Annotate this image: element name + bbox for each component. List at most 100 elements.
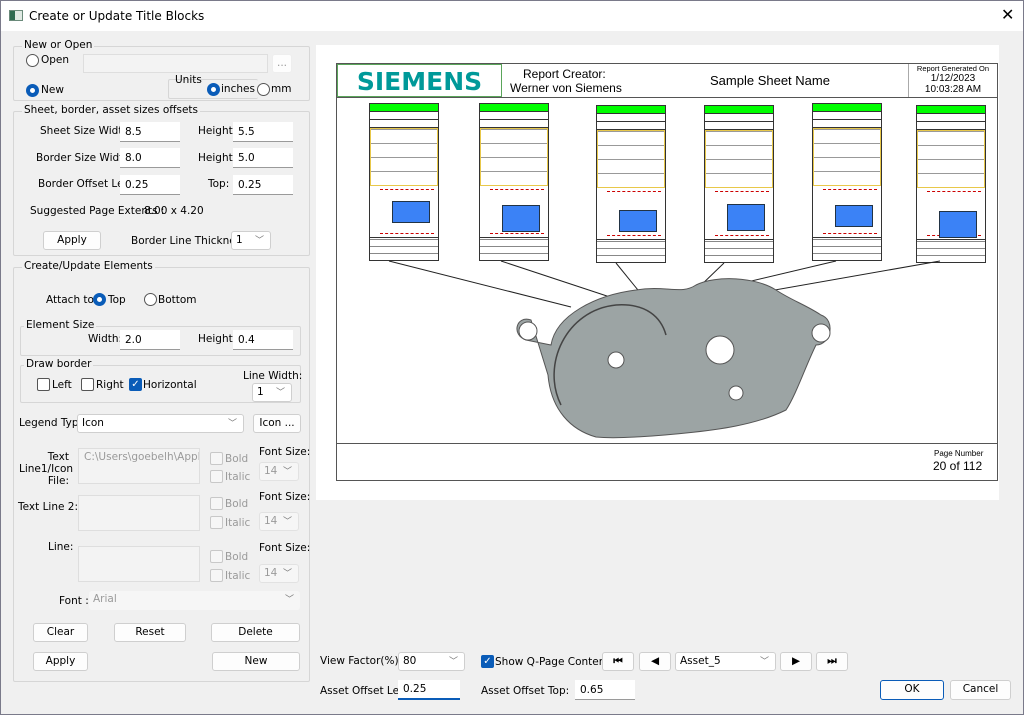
apply-sizes-button[interactable]: Apply xyxy=(43,231,101,250)
font-size-value: 14 xyxy=(264,567,278,579)
last-asset-button[interactable]: ⏭ xyxy=(816,652,848,671)
open-radio[interactable] xyxy=(26,54,39,67)
border-width-label: Border Size Width: xyxy=(36,152,134,164)
new-element-button[interactable]: New xyxy=(212,652,300,671)
previous-asset-button[interactable]: ◀ xyxy=(639,652,671,671)
title-bar: Create or Update Title Blocks ✕ xyxy=(1,1,1023,31)
font-select[interactable]: Arial ﹀ xyxy=(89,591,300,610)
part-hole xyxy=(728,385,744,401)
group-label: Sheet, border, asset sizes offsets xyxy=(22,104,201,116)
chevron-down-icon: ﹀ xyxy=(282,517,292,527)
icon-browse-button[interactable]: Icon ... xyxy=(253,414,301,433)
border-width-input[interactable] xyxy=(120,148,180,168)
line-width-select[interactable]: 1 ﹀ xyxy=(252,383,292,402)
sheet-width-label: Sheet Size Width: xyxy=(40,125,133,137)
attach-bottom-label: Bottom xyxy=(158,294,197,306)
group-label: Create/Update Elements xyxy=(22,260,155,272)
attach-bottom-radio[interactable] xyxy=(144,293,157,306)
sheet-height-label: Height: xyxy=(198,125,237,137)
text2-italic-checkbox[interactable] xyxy=(210,516,223,529)
clear-button[interactable]: Clear xyxy=(33,623,88,642)
part-hole xyxy=(811,323,831,343)
border-right-label: Right xyxy=(96,379,124,391)
mm-radio[interactable] xyxy=(257,83,270,96)
border-right-checkbox[interactable] xyxy=(81,378,94,391)
line-italic-checkbox[interactable] xyxy=(210,569,223,582)
delete-button[interactable]: Delete xyxy=(211,623,300,642)
border-offset-top-input[interactable] xyxy=(233,175,293,195)
text-line2-input[interactable] xyxy=(78,495,200,531)
line-label: Line: xyxy=(48,541,74,553)
ok-button[interactable]: OK xyxy=(880,680,944,700)
next-icon: ▶ xyxy=(791,655,801,667)
chevron-down-icon: ﹀ xyxy=(227,419,237,429)
new-label: New xyxy=(41,84,64,96)
line-input[interactable] xyxy=(78,546,200,582)
element-height-input[interactable] xyxy=(233,330,293,350)
element-width-input[interactable] xyxy=(120,330,180,350)
file-path-input[interactable] xyxy=(83,54,268,73)
reset-button[interactable]: Reset xyxy=(114,623,186,642)
border-horizontal-checkbox[interactable]: ✓ xyxy=(129,378,142,391)
line-font-size-label: Font Size: xyxy=(259,542,311,554)
text1-font-size-select[interactable]: 14 ﹀ xyxy=(259,462,299,481)
part-hole xyxy=(518,321,538,341)
text1-bold-checkbox[interactable] xyxy=(210,452,223,465)
first-asset-button[interactable]: ⏮ xyxy=(602,652,634,671)
text2-bold-checkbox[interactable] xyxy=(210,497,223,510)
apply-element-button[interactable]: Apply xyxy=(33,652,88,671)
text1-italic-checkbox[interactable] xyxy=(210,470,223,483)
border-left-checkbox[interactable] xyxy=(37,378,50,391)
machine-part xyxy=(516,278,831,439)
border-offset-left-input[interactable] xyxy=(120,175,180,195)
line-width-label: Line Width: xyxy=(243,370,303,382)
part-hole xyxy=(705,335,735,365)
attach-top-label: Top xyxy=(108,294,126,306)
chevron-down-icon: ﹀ xyxy=(284,595,294,605)
element-height-label: Height: xyxy=(198,333,237,345)
text-line1-input[interactable]: C:\Users\goebelh\AppData\L xyxy=(78,448,200,484)
sheet-width-input[interactable] xyxy=(120,122,180,142)
line-width-value: 1 xyxy=(257,386,264,398)
chevron-down-icon: ﹀ xyxy=(282,467,292,477)
previous-icon: ◀ xyxy=(650,655,660,667)
border-left-label: Left xyxy=(52,379,72,391)
group-label: Element Size xyxy=(24,319,97,331)
attach-top-radio[interactable] xyxy=(93,293,106,306)
font-value: Arial xyxy=(93,593,117,605)
page-number-divider xyxy=(336,443,998,444)
legend-type-select[interactable]: Icon ﹀ xyxy=(77,414,244,433)
view-factor-select[interactable]: 80 ﹀ xyxy=(398,652,465,671)
font-size-value: 14 xyxy=(264,465,278,477)
units-label: Units xyxy=(175,74,202,86)
legend-type-value: Icon xyxy=(82,417,104,429)
part-hole xyxy=(607,351,625,369)
suggested-extents-value: 8.00 x 4.20 xyxy=(144,205,204,217)
border-height-input[interactable] xyxy=(233,148,293,168)
line-bold-checkbox[interactable] xyxy=(210,550,223,563)
line-font-size-select[interactable]: 14 ﹀ xyxy=(259,564,299,583)
element-width-label: Width: xyxy=(88,333,123,345)
cancel-button[interactable]: Cancel xyxy=(950,680,1011,700)
close-icon[interactable]: ✕ xyxy=(1001,5,1014,24)
font-size-value: 14 xyxy=(264,515,278,527)
inches-label: inches xyxy=(221,83,255,95)
view-factor-label: View Factor(%) xyxy=(320,655,399,667)
sheet-height-input[interactable] xyxy=(233,122,293,142)
text1-italic-label: Italic xyxy=(225,471,251,483)
inches-radio[interactable] xyxy=(207,83,220,96)
border-height-label: Height: xyxy=(198,152,237,164)
preview-canvas[interactable]: SIEMENS Report Creator: Werner von Sieme… xyxy=(316,45,999,500)
new-radio[interactable] xyxy=(26,84,39,97)
next-asset-button[interactable]: ▶ xyxy=(780,652,812,671)
text2-font-size-select[interactable]: 14 ﹀ xyxy=(259,512,299,531)
group-label: Draw border xyxy=(24,358,94,370)
asset-select[interactable]: Asset_5 ﹀ xyxy=(675,652,776,671)
border-thickness-select[interactable]: 1 ﹀ xyxy=(231,231,271,250)
line-bold-label: Bold xyxy=(225,551,249,563)
asset-offset-left-input[interactable] xyxy=(398,680,460,700)
chevron-down-icon: ﹀ xyxy=(282,569,292,579)
show-q-page-checkbox[interactable]: ✓ xyxy=(481,655,494,668)
asset-offset-top-input[interactable] xyxy=(575,680,635,700)
browse-button[interactable]: ... xyxy=(272,54,292,73)
